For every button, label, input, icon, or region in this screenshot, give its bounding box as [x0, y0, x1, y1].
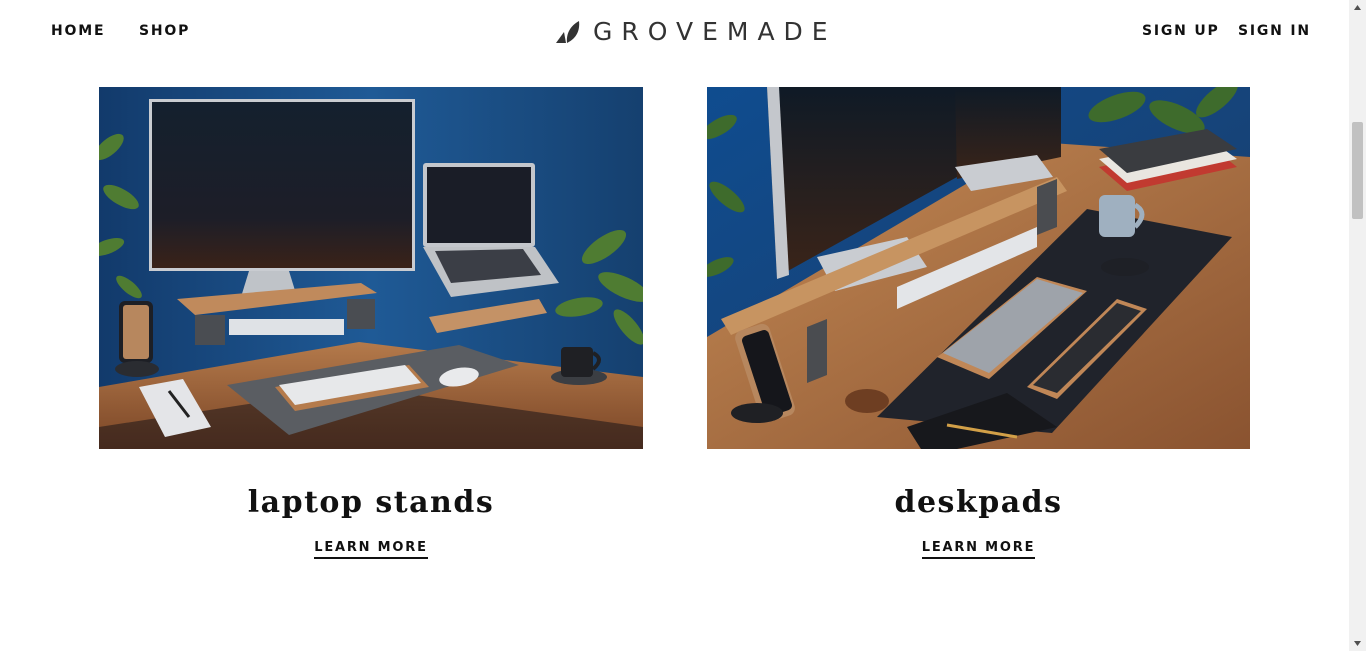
product-card-deskpads: deskpads LEARN MORE: [707, 87, 1250, 559]
scroll-thumb[interactable]: [1352, 122, 1363, 219]
leaf-logo-icon: [556, 21, 580, 43]
learn-more-deskpads-link[interactable]: LEARN MORE: [921, 540, 1036, 559]
brand-logo[interactable]: GROVEMADE: [554, 16, 837, 46]
learn-more-wrapper: LEARN MORE: [99, 538, 643, 559]
card-title-laptop-stands: laptop stands: [247, 485, 495, 520]
learn-more-laptop-stands-link[interactable]: LEARN MORE: [314, 540, 428, 559]
brand-wordmark: GROVEMADE: [593, 16, 837, 46]
page-scrollbar[interactable]: [1349, 0, 1366, 651]
site-header: HOME SHOP GROVEMADE SIGN UP SIGN IN: [0, 0, 1349, 62]
card-title-deskpads: deskpads: [894, 485, 1063, 520]
nav-home-link[interactable]: HOME: [51, 23, 105, 39]
learn-more-wrapper: LEARN MORE: [707, 538, 1250, 559]
nav-sign-in-link[interactable]: SIGN IN: [1238, 23, 1311, 39]
nav-shop-link[interactable]: SHOP: [139, 23, 190, 39]
deskpads-photo[interactable]: [707, 87, 1250, 449]
scroll-up-arrow-icon[interactable]: [1349, 0, 1366, 17]
product-card-laptop-stands: laptop stands LEARN MORE: [99, 87, 643, 559]
laptop-stands-photo[interactable]: [99, 87, 643, 449]
scroll-down-arrow-icon[interactable]: [1349, 634, 1366, 651]
nav-sign-up-link[interactable]: SIGN UP: [1142, 23, 1220, 39]
